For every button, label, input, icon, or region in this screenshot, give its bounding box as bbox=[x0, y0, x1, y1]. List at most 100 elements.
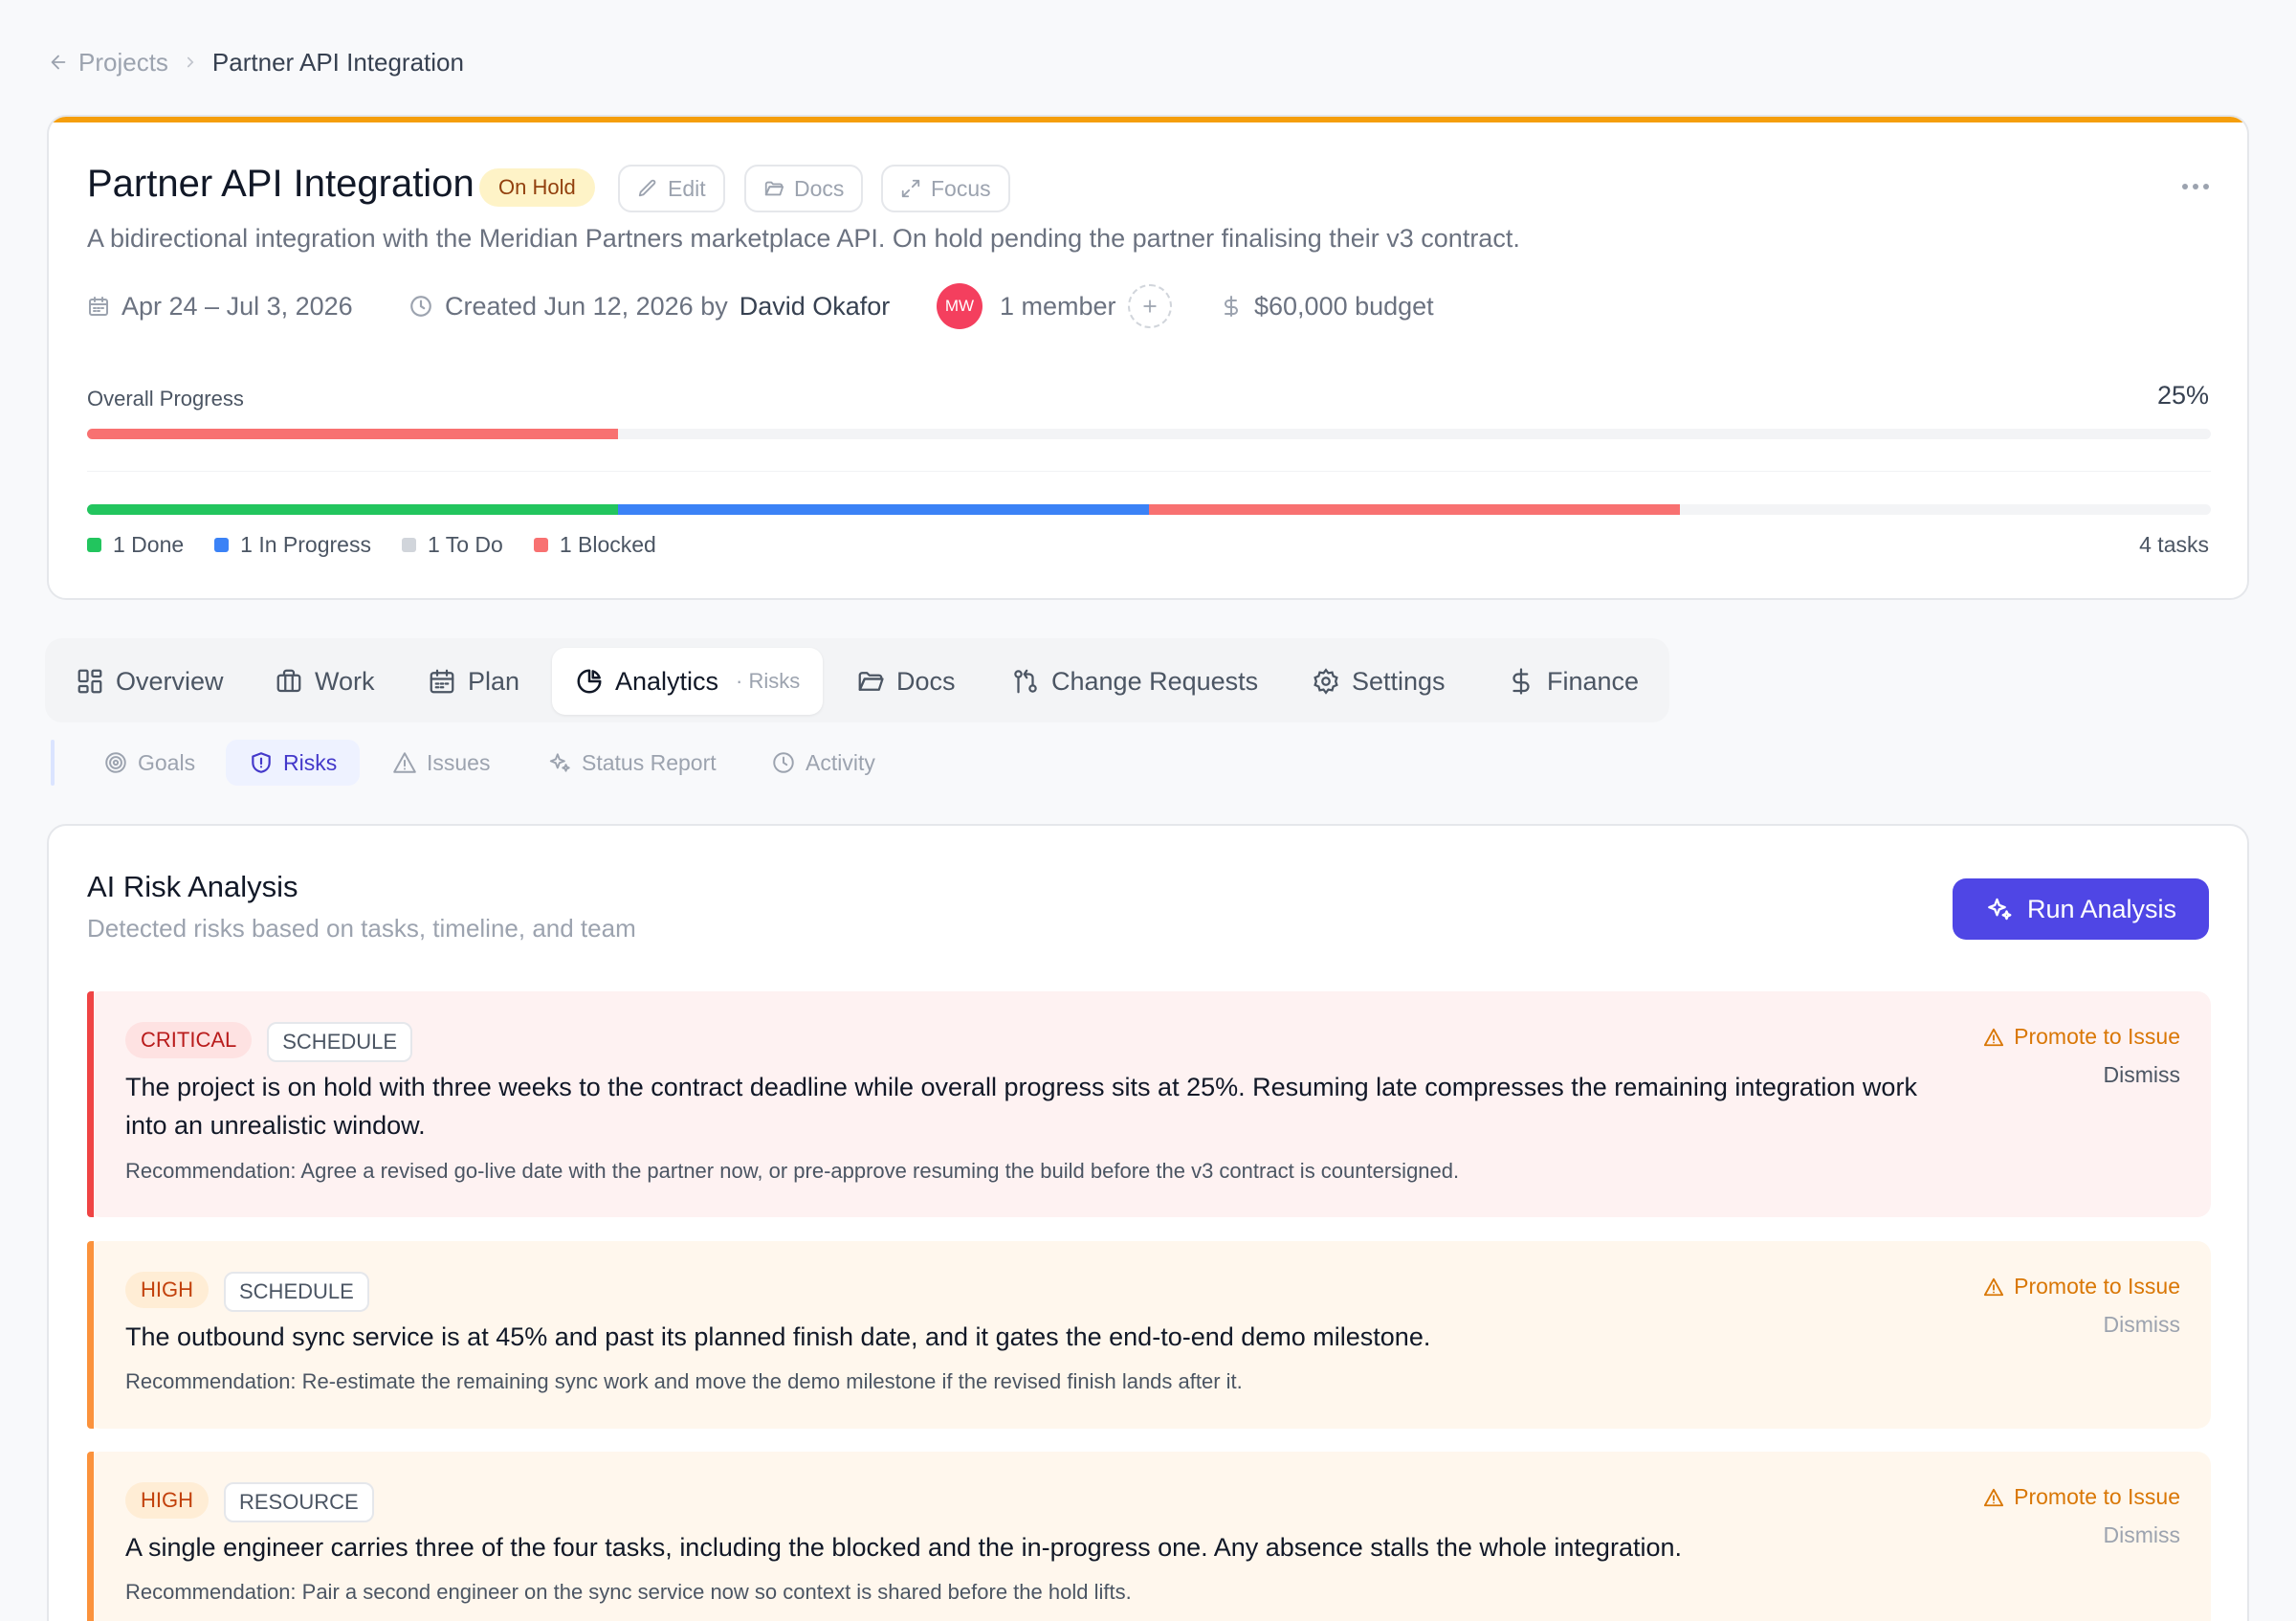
subtab-label: Status Report bbox=[582, 749, 717, 775]
tasks-count: 4 tasks bbox=[2139, 532, 2209, 557]
focus-button[interactable]: Focus bbox=[881, 165, 1010, 212]
tab-label: Work bbox=[315, 666, 375, 696]
tab-plan[interactable]: Plan bbox=[428, 648, 519, 715]
subtab-label: Risks bbox=[283, 749, 338, 775]
focus-label: Focus bbox=[931, 175, 991, 201]
calendar-icon bbox=[87, 295, 110, 318]
tab-label: Analytics bbox=[615, 666, 719, 696]
add-member-button[interactable] bbox=[1127, 284, 1172, 328]
risk-description: The project is on hold with three weeks … bbox=[125, 1073, 1917, 1140]
edit-button[interactable]: Edit bbox=[618, 165, 725, 212]
category-badge: RESOURCE bbox=[224, 1482, 374, 1522]
risk-description: A single engineer carries three of the f… bbox=[125, 1533, 1682, 1562]
promote-to-issue-button[interactable]: Promote to Issue bbox=[1983, 1274, 2180, 1299]
panel-subtitle: Detected risks based on tasks, timeline,… bbox=[87, 914, 636, 943]
tab-finance[interactable]: Finance bbox=[1507, 648, 1639, 715]
tab-label: Docs bbox=[896, 666, 956, 696]
risk-item: HIGH SCHEDULE The outbound sync service … bbox=[87, 1241, 2211, 1429]
risk-recommendation: Recommendation: Pair a second engineer o… bbox=[125, 1580, 1132, 1604]
promote-to-issue-button[interactable]: Promote to Issue bbox=[1983, 1484, 2180, 1510]
legend-label: 1 Blocked bbox=[559, 532, 656, 557]
warning-icon bbox=[1983, 1277, 2004, 1298]
overall-progress-fill bbox=[87, 429, 618, 439]
promote-label: Promote to Issue bbox=[2014, 1484, 2180, 1509]
risk-recommendation: Recommendation: Re-estimate the remainin… bbox=[125, 1369, 1243, 1393]
tab-docs[interactable]: Docs bbox=[856, 648, 956, 715]
tab-overview[interactable]: Overview bbox=[76, 648, 224, 715]
warning-icon bbox=[1983, 1487, 2004, 1508]
project-title: Partner API Integration bbox=[87, 163, 475, 205]
divider bbox=[87, 471, 2211, 472]
tab-work[interactable]: Work bbox=[275, 648, 375, 715]
more-options-icon[interactable] bbox=[2182, 184, 2209, 189]
legend-swatch bbox=[87, 538, 101, 552]
edit-label: Edit bbox=[668, 175, 706, 201]
briefcase-icon bbox=[275, 667, 303, 696]
project-description: A bidirectional integration with the Mer… bbox=[87, 224, 1520, 253]
tab-label: Change Requests bbox=[1051, 666, 1259, 696]
severity-bar bbox=[87, 991, 94, 1217]
status-segment bbox=[618, 504, 1149, 515]
breadcrumb-projects-link[interactable]: Projects bbox=[78, 48, 168, 78]
subtab-goals[interactable]: Goals bbox=[80, 740, 218, 786]
run-analysis-button[interactable]: Run Analysis bbox=[1953, 878, 2209, 940]
severity-badge: CRITICAL bbox=[125, 1022, 253, 1058]
subtab-activity[interactable]: Activity bbox=[748, 740, 898, 786]
promote-to-issue-button[interactable]: Promote to Issue bbox=[1983, 1024, 2180, 1050]
legend-swatch bbox=[533, 538, 548, 552]
created-by[interactable]: David Okafor bbox=[740, 292, 891, 322]
tab-analytics-subsection: · Risks bbox=[736, 669, 801, 693]
tab-label: Plan bbox=[468, 666, 520, 696]
legend-label: 1 Done bbox=[113, 532, 185, 557]
task-status-bar bbox=[87, 504, 2211, 515]
tab-change-requests[interactable]: Change Requests bbox=[1011, 648, 1258, 715]
category-badge: SCHEDULE bbox=[267, 1022, 413, 1062]
progress-percent: 25% bbox=[2156, 381, 2209, 410]
status-segment bbox=[1149, 504, 1680, 515]
calendar-icon bbox=[428, 667, 456, 696]
tab-label: Settings bbox=[1352, 666, 1446, 696]
clock-icon bbox=[408, 294, 433, 319]
tab-label: Finance bbox=[1547, 666, 1640, 696]
tab-settings[interactable]: Settings bbox=[1312, 648, 1446, 715]
tab-analytics[interactable]: Analytics · Risks bbox=[552, 648, 824, 715]
overall-progress-bar bbox=[87, 429, 2211, 439]
clock-icon bbox=[771, 750, 796, 775]
shield-icon bbox=[249, 750, 274, 775]
breadcrumb-current: Partner API Integration bbox=[211, 47, 464, 77]
warning-icon bbox=[1983, 1027, 2004, 1048]
folder-open-icon bbox=[856, 667, 885, 696]
project-tabs: Overview Work Plan Analytics · Risks Doc… bbox=[45, 638, 1669, 722]
sparkles-icon bbox=[1985, 895, 2014, 923]
pie-chart-icon bbox=[575, 667, 604, 696]
dismiss-button[interactable]: Dismiss bbox=[2104, 1312, 2181, 1338]
members-info: MW 1 member bbox=[937, 283, 1172, 329]
legend-item: 1 In Progress bbox=[214, 532, 371, 558]
created-info: Created Jun 12, 2026 by David Okafor bbox=[408, 287, 890, 325]
created-text: Created Jun 12, 2026 by bbox=[445, 291, 728, 321]
budget-text: $60,000 budget bbox=[1254, 291, 1434, 321]
avatar[interactable]: MW bbox=[937, 283, 982, 329]
risk-item: CRITICAL SCHEDULE The project is on hold… bbox=[87, 991, 2211, 1217]
status-badge: On Hold bbox=[479, 168, 595, 207]
subtab-issues[interactable]: Issues bbox=[369, 740, 513, 786]
subtabs-indicator bbox=[51, 740, 55, 786]
folder-open-icon bbox=[763, 178, 784, 199]
tab-label: Overview bbox=[116, 666, 224, 696]
subtab-status-report[interactable]: Status Report bbox=[524, 740, 740, 786]
dismiss-button[interactable]: Dismiss bbox=[2104, 1522, 2181, 1548]
subtab-label: Issues bbox=[427, 749, 491, 775]
breadcrumb: Projects Partner API Integration bbox=[48, 46, 464, 78]
project-header-card: Partner API Integration On Hold Edit Doc… bbox=[47, 115, 2249, 600]
dismiss-button[interactable]: Dismiss bbox=[2104, 1062, 2181, 1088]
budget-info: $60,000 budget bbox=[1220, 287, 1434, 325]
date-range-text: Apr 24 – Jul 3, 2026 bbox=[121, 291, 353, 321]
legend-item: 1 To Do bbox=[401, 532, 503, 558]
category-badge: SCHEDULE bbox=[224, 1272, 369, 1312]
legend-item: 1 Blocked bbox=[533, 532, 656, 558]
arrow-left-icon[interactable] bbox=[48, 52, 69, 73]
subtab-risks[interactable]: Risks bbox=[226, 740, 361, 786]
severity-badge: HIGH bbox=[125, 1272, 209, 1308]
target-icon bbox=[103, 750, 128, 775]
docs-button[interactable]: Docs bbox=[744, 165, 864, 212]
